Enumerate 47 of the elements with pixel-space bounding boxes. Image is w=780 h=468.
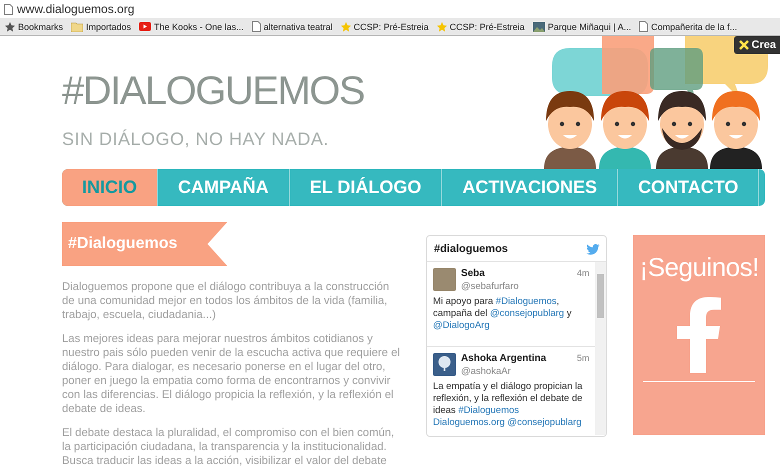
bird-icon [586, 244, 600, 254]
tweet-link[interactable]: @consejopublarg [507, 417, 582, 428]
tweet-time: 4m [576, 268, 590, 280]
address-bar[interactable]: www.dialoguemos.org [17, 2, 134, 16]
body-paragraph: Dialoguemos propone que el diálogo contribuya a la construcción de una comunidad mejor en todos los ámbitos de la vida (familia, trabajo, escuela, ciudadania...) [62, 280, 390, 322]
star-icon [436, 22, 447, 32]
bookmark-link[interactable]: alternativa teatral [264, 22, 333, 32]
star-icon [340, 22, 351, 32]
tweet-link[interactable]: #Dialoguemos [496, 296, 557, 307]
bookmark-link[interactable]: Compañerita de la f... [651, 22, 738, 32]
tweet-link[interactable]: @DialogoArg [432, 320, 490, 331]
tweet-link[interactable]: #Dialoguemos [458, 405, 520, 416]
site-title: #DIALOGUEMOS [62, 69, 364, 113]
widget-title: #dialoguemos [434, 243, 508, 255]
page-icon [4, 4, 13, 14]
bookmark-link[interactable]: CCSP: Pré-Estreia [450, 22, 525, 32]
tweet-text: Mi apoyo para #Dialoguemos, campaña del @consejopublarg y @DialogoArg [432, 296, 572, 332]
facebook-icon[interactable] [677, 297, 722, 373]
tweet-author[interactable]: Seba [460, 268, 572, 279]
section-banner: #Dialoguemos [62, 222, 228, 266]
bookmark-link[interactable]: CCSP: Pré-Estreia [354, 22, 429, 32]
tweet-handle[interactable]: @sebafurfaro [460, 281, 572, 292]
bookmark-link[interactable]: The Kooks - One las... [154, 22, 244, 32]
tweet-link[interactable]: @consejopublarg [490, 308, 564, 319]
extension-badge[interactable]: Crea [734, 36, 780, 54]
bookmark-link[interactable]: Importados [86, 22, 132, 32]
follow-heading: ¡Seguinos! [640, 252, 759, 283]
bookmark-link[interactable]: Bookmarks [18, 22, 64, 32]
site-tagline: SIN DIÁLOGO, NO HAY NADA. [62, 129, 330, 150]
folder-icon [71, 22, 84, 32]
tweet-handle[interactable]: @ashokaAr [460, 366, 572, 377]
page-icon [252, 21, 261, 32]
page-icon [639, 21, 648, 32]
play-icon [139, 22, 152, 31]
tweet-author[interactable]: Ashoka Argentina [460, 353, 572, 364]
photo-placeholder [432, 268, 456, 291]
tree-icon [432, 353, 456, 376]
image-icon [532, 22, 545, 32]
cross-icon [738, 40, 749, 50]
star-icon [5, 22, 15, 32]
tweet-link[interactable]: Dialoguemos.org [432, 417, 508, 428]
body-paragraph: Las mejores ideas para mejorar nuestros ámbitos cotidianos y nuestro pais sólo pueden venir de la escucha activa que requiere el diálogo. Para dialogar, es necesario ponerse en el lugar del otro, poner en juego la empatia como forma de encontrarnos y convivir con las diferencias. El diálogo propicia la reflexión, y la reflexión el debate de ideas. [62, 332, 401, 416]
tweet-time: 5m [576, 353, 590, 365]
tweet-text: La empatía y el diálogo propician la reflexión, y la reflexión el debate de ideas #Dialoguemos Dialoguemos.org @consejopublarg [432, 381, 584, 429]
scrollbar[interactable] [595, 262, 606, 435]
body-paragraph: El debate destaca la pluralidad, el compromiso con el bien común, la participación ciudadana, la transparencia y la institucionalidad. Busca traducir las ideas a la acción, visibilizar el valor del debate [62, 426, 396, 468]
bookmark-link[interactable]: Parque Miñaqui | A... [548, 22, 632, 32]
